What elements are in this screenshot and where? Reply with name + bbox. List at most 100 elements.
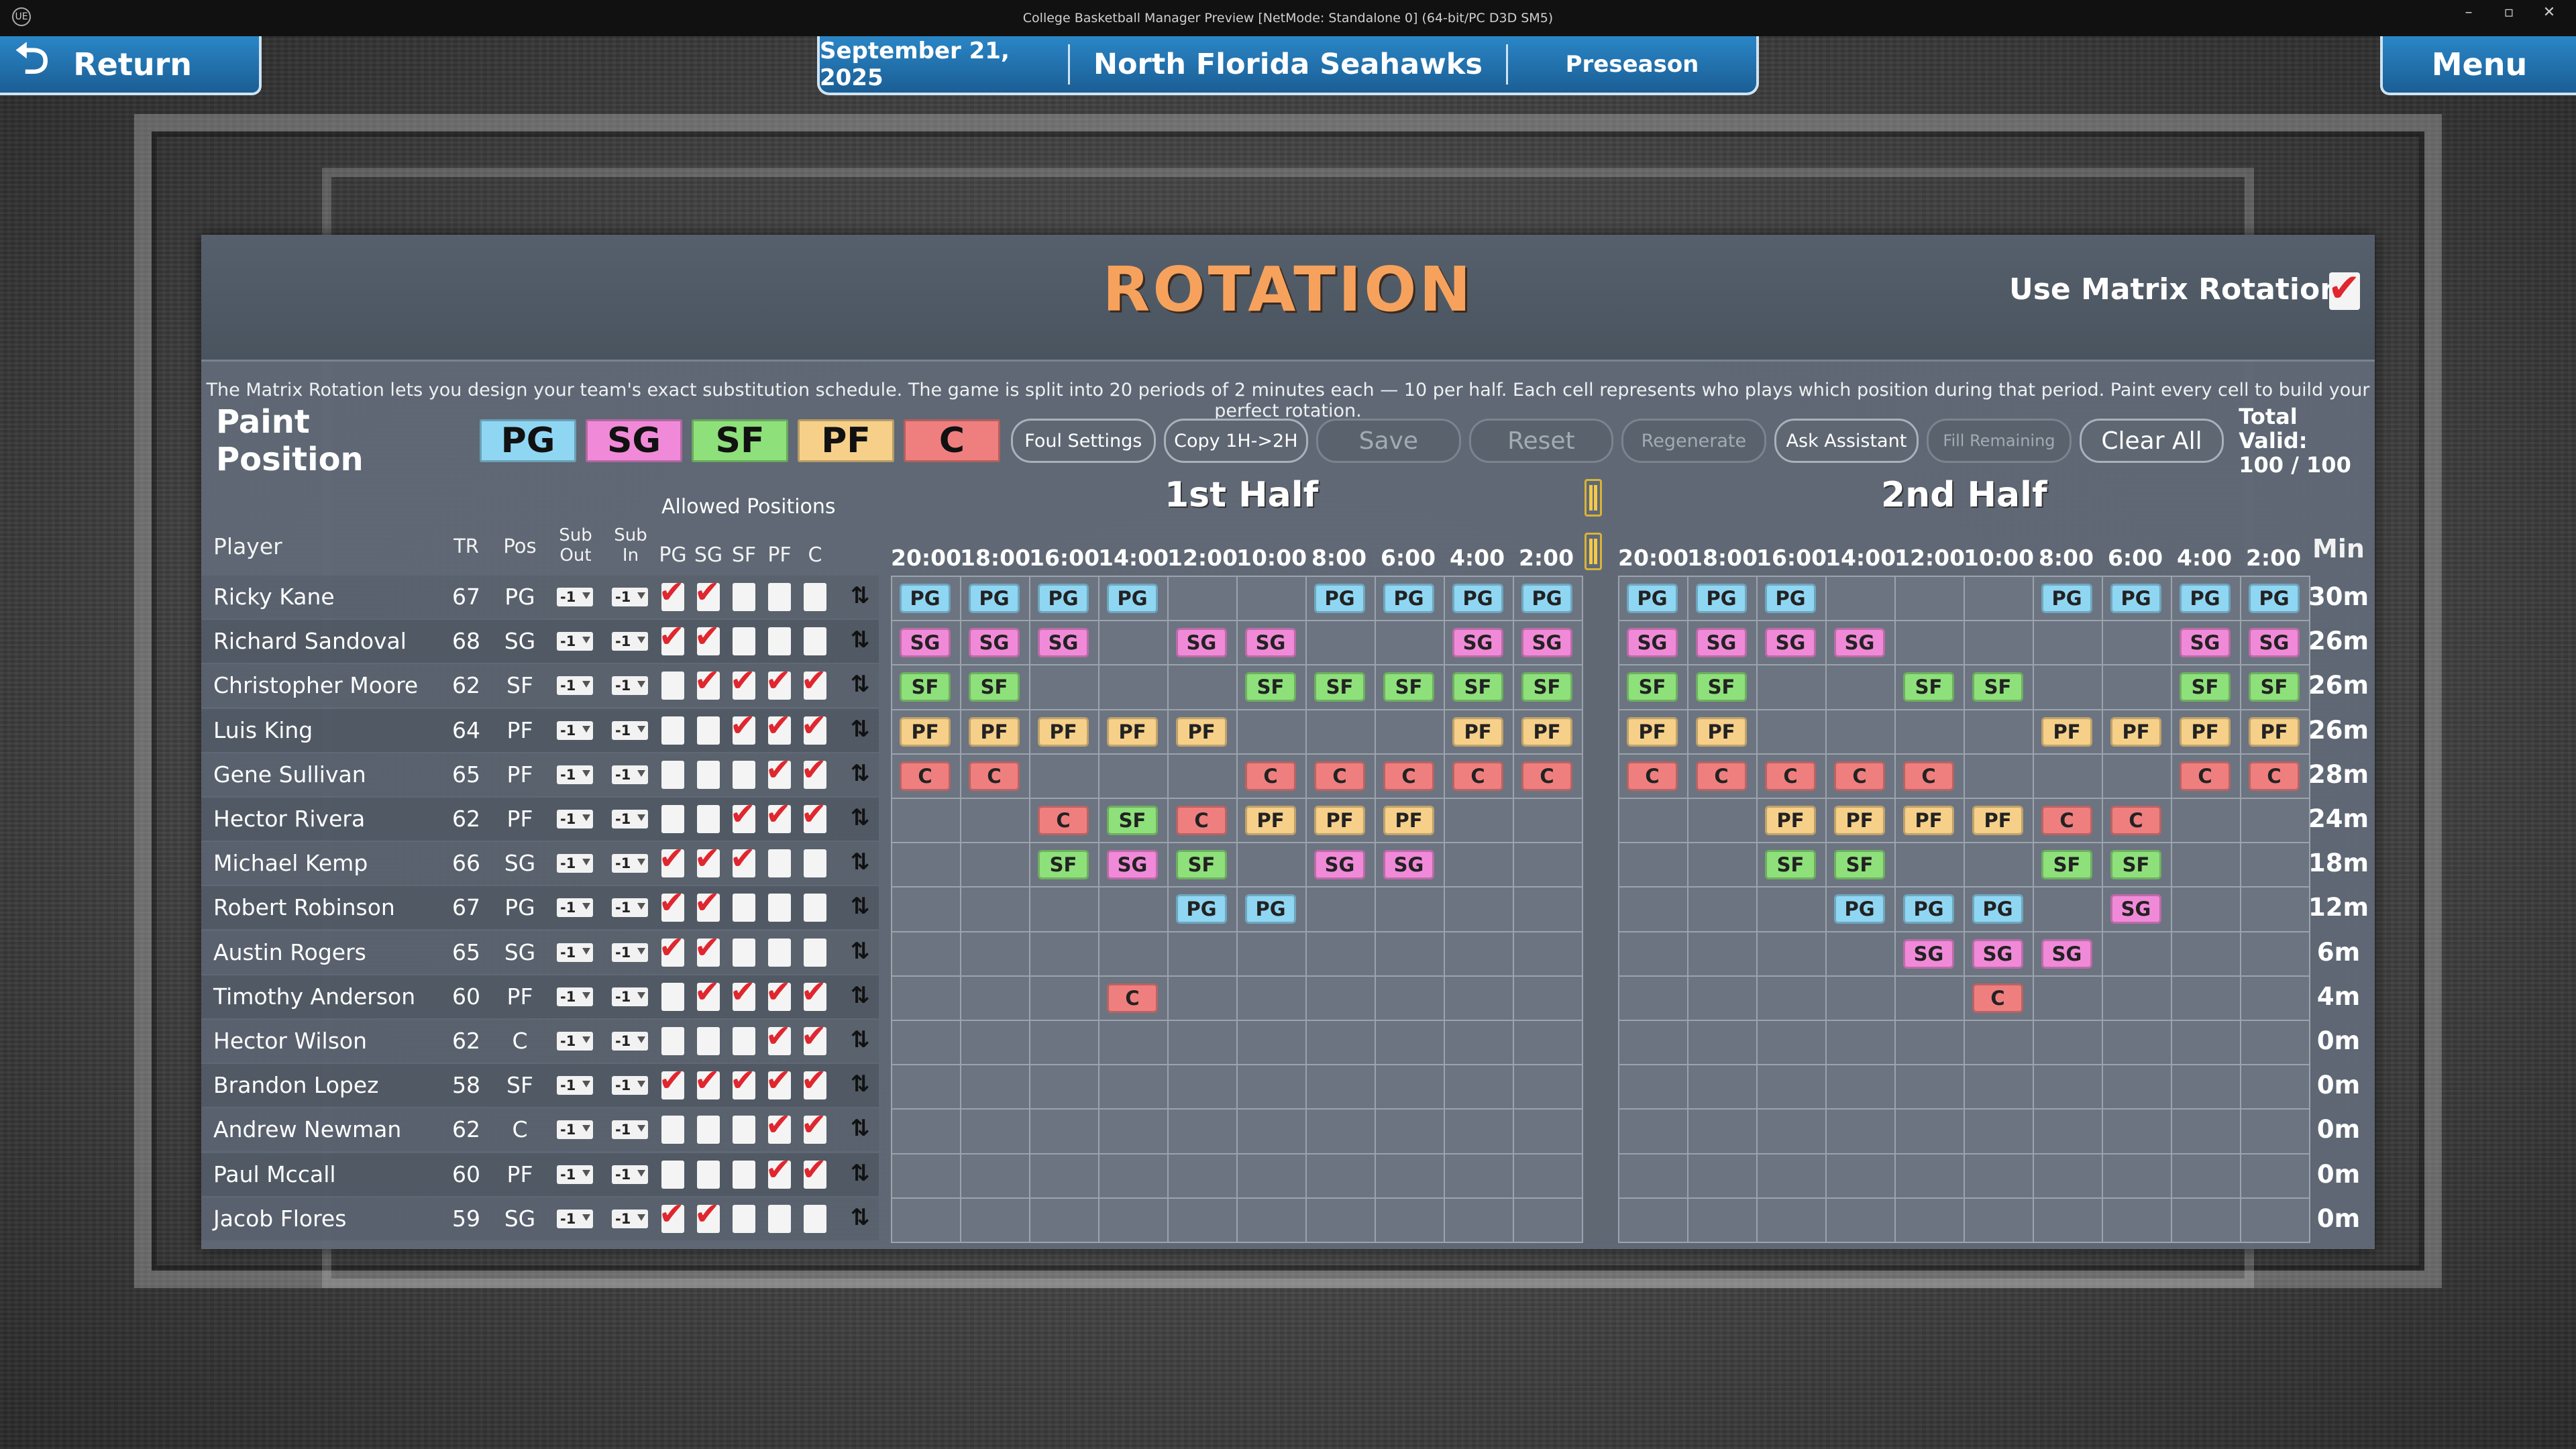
rotation-cell[interactable] [960, 842, 1030, 888]
rotation-cell[interactable] [1964, 1020, 2034, 1066]
rotation-cell[interactable] [1236, 1197, 1307, 1243]
rotation-cell[interactable] [1894, 1197, 1965, 1243]
reset-button[interactable]: Reset [1468, 419, 1614, 463]
allowed-checkbox-pf[interactable]: ✔ [765, 798, 792, 833]
rotation-cell[interactable] [2171, 1108, 2241, 1155]
rotation-cell[interactable] [1825, 1020, 1896, 1066]
rotation-cell[interactable]: SF [1618, 664, 1688, 710]
allowed-checkbox-c[interactable] [804, 583, 826, 611]
paint-chip-c[interactable]: C [904, 419, 1001, 462]
paint-chip-pg[interactable]: PG [480, 419, 577, 462]
rotation-cell[interactable]: PF [2240, 708, 2310, 755]
rotation-cell[interactable] [1618, 1152, 1688, 1199]
minimize-icon[interactable]: – [2449, 4, 2489, 21]
rotation-cell[interactable] [1687, 842, 1758, 888]
rotation-cell[interactable] [2102, 1020, 2172, 1066]
return-button[interactable]: ⮌ Return [0, 34, 262, 95]
swap-rows-icon[interactable]: ⇅ [847, 1115, 873, 1142]
allowed-checkbox-c[interactable]: ✔ [801, 1109, 827, 1144]
rotation-cell[interactable] [2240, 1152, 2310, 1199]
allowed-checkbox-sf[interactable] [733, 627, 755, 656]
allowed-checkbox-sf[interactable] [733, 1116, 755, 1144]
allowed-checkbox-pg[interactable] [661, 1116, 684, 1144]
rotation-cell[interactable] [1513, 1197, 1583, 1243]
sub-in-dropdown[interactable]: -1 [612, 1076, 648, 1095]
rotation-cell[interactable] [1236, 842, 1307, 888]
rotation-cell[interactable] [1825, 664, 1896, 710]
rotation-cell[interactable]: PG [1964, 886, 2034, 932]
allowed-checkbox-pf[interactable]: ✔ [765, 1109, 792, 1144]
rotation-cell[interactable] [1513, 1152, 1583, 1199]
allowed-checkbox-sf[interactable] [733, 938, 755, 967]
allowed-checkbox-sg[interactable]: ✔ [694, 843, 720, 878]
rotation-cell[interactable]: PG [1825, 886, 1896, 932]
rotation-cell[interactable] [1029, 1020, 1099, 1066]
fill-remaining-button[interactable]: Fill Remaining [1927, 419, 2072, 463]
rotation-cell[interactable]: SG [1894, 930, 1965, 977]
rotation-cell[interactable]: PF [1513, 708, 1583, 755]
rotation-cell[interactable] [1964, 753, 2034, 799]
rotation-cell[interactable] [2033, 1197, 2103, 1243]
rotation-cell[interactable]: C [2240, 753, 2310, 799]
rotation-cell[interactable] [1756, 930, 1827, 977]
rotation-cell[interactable] [960, 1197, 1030, 1243]
rotation-cell[interactable] [1618, 798, 1688, 844]
player-name[interactable]: Brandon Lopez [213, 1072, 435, 1098]
swap-rows-icon[interactable]: ⇅ [847, 1071, 873, 1097]
rotation-cell[interactable] [1687, 1152, 1758, 1199]
allowed-checkbox-pg[interactable]: ✔ [659, 1065, 685, 1100]
allowed-checkbox-pf[interactable]: ✔ [765, 710, 792, 745]
rotation-cell[interactable] [1894, 842, 1965, 888]
rotation-cell[interactable] [1513, 975, 1583, 1021]
sub-in-dropdown[interactable]: -1 [612, 1032, 648, 1051]
rotation-cell[interactable]: SG [2240, 620, 2310, 666]
rotation-cell[interactable] [1513, 1020, 1583, 1066]
rotation-cell[interactable]: C [960, 753, 1030, 799]
rotation-cell[interactable]: PF [1098, 708, 1169, 755]
player-name[interactable]: Hector Wilson [213, 1028, 435, 1054]
rotation-cell[interactable] [2240, 1064, 2310, 1110]
rotation-cell[interactable]: SG [1236, 620, 1307, 666]
rotation-cell[interactable] [1756, 708, 1827, 755]
rotation-cell[interactable]: PF [2102, 708, 2172, 755]
rotation-cell[interactable] [1167, 1197, 1238, 1243]
sub-out-dropdown[interactable]: -1 [557, 987, 593, 1006]
rotation-cell[interactable] [2102, 1197, 2172, 1243]
allowed-checkbox-c[interactable] [804, 627, 826, 656]
sub-in-dropdown[interactable]: -1 [612, 1120, 648, 1140]
rotation-cell[interactable] [1825, 708, 1896, 755]
swap-rows-icon[interactable]: ⇅ [847, 716, 873, 743]
swap-rows-icon[interactable]: ⇅ [847, 893, 873, 920]
rotation-cell[interactable]: SF [1444, 664, 1514, 710]
rotation-cell[interactable] [1305, 1020, 1376, 1066]
rotation-cell[interactable]: C [1964, 975, 2034, 1021]
foul-settings-button[interactable]: Foul Settings [1011, 419, 1156, 463]
rotation-cell[interactable]: PG [1305, 576, 1376, 622]
rotation-cell[interactable] [891, 930, 961, 977]
rotation-cell[interactable] [1029, 930, 1099, 977]
allowed-checkbox-sg[interactable]: ✔ [694, 576, 720, 611]
rotation-cell[interactable]: PF [1618, 708, 1688, 755]
rotation-cell[interactable] [2033, 753, 2103, 799]
matrix-rotation-checkbox[interactable]: ✔ [2328, 268, 2361, 310]
rotation-cell[interactable] [2033, 620, 2103, 666]
rotation-cell[interactable] [1236, 576, 1307, 622]
rotation-cell[interactable] [1756, 664, 1827, 710]
allowed-checkbox-sg[interactable]: ✔ [694, 976, 720, 1011]
allowed-checkbox-sf[interactable]: ✔ [730, 976, 756, 1011]
rotation-cell[interactable] [1236, 975, 1307, 1021]
rotation-cell[interactable] [2240, 975, 2310, 1021]
allowed-checkbox-c[interactable]: ✔ [801, 754, 827, 789]
rotation-cell[interactable]: PF [1236, 798, 1307, 844]
rotation-cell[interactable] [960, 1020, 1030, 1066]
sub-in-dropdown[interactable]: -1 [612, 854, 648, 873]
rotation-cell[interactable] [2171, 886, 2241, 932]
rotation-cell[interactable] [1236, 1064, 1307, 1110]
rotation-cell[interactable] [1167, 1152, 1238, 1199]
allowed-checkbox-sf[interactable]: ✔ [730, 665, 756, 700]
rotation-cell[interactable] [960, 1064, 1030, 1110]
rotation-cell[interactable] [1513, 930, 1583, 977]
player-name[interactable]: Timothy Anderson [213, 983, 435, 1010]
rotation-cell[interactable]: SG [1825, 620, 1896, 666]
allowed-checkbox-pf[interactable]: ✔ [765, 1020, 792, 1055]
